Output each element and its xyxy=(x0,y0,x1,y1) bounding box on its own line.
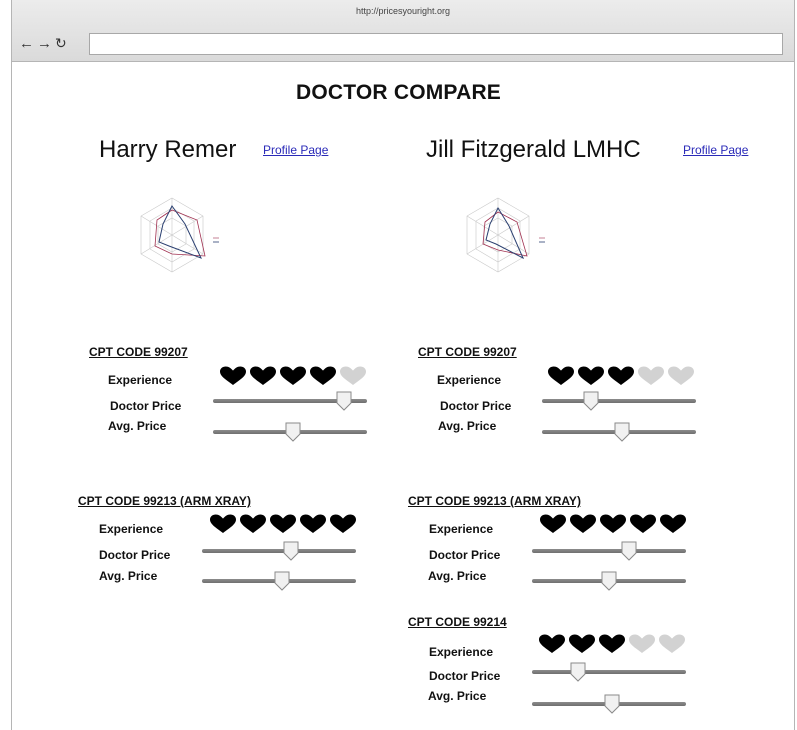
profile-page-link[interactable]: Profile Page xyxy=(263,143,328,157)
heart-filled-icon xyxy=(608,366,634,385)
reload-icon[interactable]: ↻ xyxy=(55,36,67,51)
doctor-price-slider[interactable] xyxy=(213,391,367,411)
slider-thumb[interactable] xyxy=(273,571,291,591)
experience-rating xyxy=(547,366,695,388)
slider-thumb[interactable] xyxy=(582,391,600,411)
doctor-price-slider[interactable] xyxy=(202,541,356,561)
doctor-price-label: Doctor Price xyxy=(110,399,182,413)
heart-filled-icon xyxy=(250,366,276,385)
doctor-price-label: Doctor Price xyxy=(429,548,501,562)
slider-track[interactable] xyxy=(532,670,686,674)
heart-filled-icon xyxy=(660,514,686,533)
slider-thumb[interactable] xyxy=(284,422,302,442)
heart-filled-icon xyxy=(569,634,595,653)
heart-filled-icon xyxy=(630,514,656,533)
heart-filled-icon xyxy=(280,366,306,385)
doctor-price-slider[interactable] xyxy=(532,541,686,561)
experience-label: Experience xyxy=(429,645,494,659)
heart-filled-icon xyxy=(300,514,326,533)
avg-price-label: Avg. Price xyxy=(428,689,487,703)
heart-filled-icon xyxy=(210,514,236,533)
browser-title: http://pricesyouright.org xyxy=(355,6,451,16)
back-icon[interactable]: ← xyxy=(19,36,34,51)
radar-chart xyxy=(140,197,219,273)
doctor-name: Harry Remer xyxy=(99,136,237,163)
doctor-price-label: Doctor Price xyxy=(99,548,171,562)
experience-rating xyxy=(209,514,357,536)
experience-rating xyxy=(538,634,686,656)
avg-price-slider[interactable] xyxy=(532,571,686,591)
experience-label: Experience xyxy=(99,522,164,536)
experience-rating xyxy=(539,514,687,536)
doctor-name: Jill Fitzgerald LMHC xyxy=(426,136,641,163)
heart-filled-icon xyxy=(548,366,574,385)
heart-filled-icon xyxy=(539,634,565,653)
slider-track[interactable] xyxy=(542,399,696,403)
experience-label: Experience xyxy=(429,522,494,536)
cpt-heading: CPT CODE 99207 xyxy=(418,345,517,359)
heart-filled-icon xyxy=(220,366,246,385)
doctor-price-slider[interactable] xyxy=(532,662,686,682)
avg-price-label: Avg. Price xyxy=(428,569,487,583)
avg-price-label: Avg. Price xyxy=(108,419,167,433)
experience-rating xyxy=(219,366,367,388)
page-title: DOCTOR COMPARE xyxy=(295,81,502,104)
radar-series-2 xyxy=(158,205,202,259)
avg-price-slider[interactable] xyxy=(532,694,686,714)
heart-filled-icon xyxy=(330,514,356,533)
heart-filled-icon xyxy=(240,514,266,533)
doctor-price-label: Doctor Price xyxy=(440,399,512,413)
slider-thumb[interactable] xyxy=(335,391,353,411)
heart-empty-icon xyxy=(638,366,664,385)
heart-filled-icon xyxy=(600,514,626,533)
heart-filled-icon xyxy=(599,634,625,653)
heart-filled-icon xyxy=(310,366,336,385)
avg-price-label: Avg. Price xyxy=(99,569,158,583)
slider-track[interactable] xyxy=(532,549,686,553)
cpt-heading: CPT CODE 99214 xyxy=(408,615,507,629)
heart-filled-icon xyxy=(578,366,604,385)
url-bar[interactable] xyxy=(89,33,783,55)
slider-thumb[interactable] xyxy=(613,422,631,442)
slider-thumb[interactable] xyxy=(620,541,638,561)
heart-empty-icon xyxy=(668,366,694,385)
slider-track[interactable] xyxy=(202,549,356,553)
heart-filled-icon xyxy=(570,514,596,533)
avg-price-slider[interactable] xyxy=(213,422,367,442)
heart-empty-icon xyxy=(659,634,685,653)
heart-filled-icon xyxy=(540,514,566,533)
cpt-heading: CPT CODE 99213 (ARM XRAY) xyxy=(78,494,251,508)
slider-thumb[interactable] xyxy=(603,694,621,714)
cpt-heading: CPT CODE 99213 (ARM XRAY) xyxy=(408,494,581,508)
experience-label: Experience xyxy=(108,373,173,387)
doctor-price-slider[interactable] xyxy=(542,391,696,411)
profile-page-link[interactable]: Profile Page xyxy=(683,143,748,157)
cpt-heading: CPT CODE 99207 xyxy=(89,345,188,359)
avg-price-label: Avg. Price xyxy=(438,419,497,433)
heart-empty-icon xyxy=(340,366,366,385)
radar-chart xyxy=(466,197,545,273)
doctor-price-label: Doctor Price xyxy=(429,669,501,683)
heart-empty-icon xyxy=(629,634,655,653)
slider-thumb[interactable] xyxy=(282,541,300,561)
slider-thumb[interactable] xyxy=(569,662,587,682)
experience-label: Experience xyxy=(437,373,502,387)
avg-price-slider[interactable] xyxy=(542,422,696,442)
forward-icon[interactable]: → xyxy=(37,36,52,51)
heart-filled-icon xyxy=(270,514,296,533)
slider-thumb[interactable] xyxy=(600,571,618,591)
radar-grid xyxy=(140,197,204,273)
avg-price-slider[interactable] xyxy=(202,571,356,591)
